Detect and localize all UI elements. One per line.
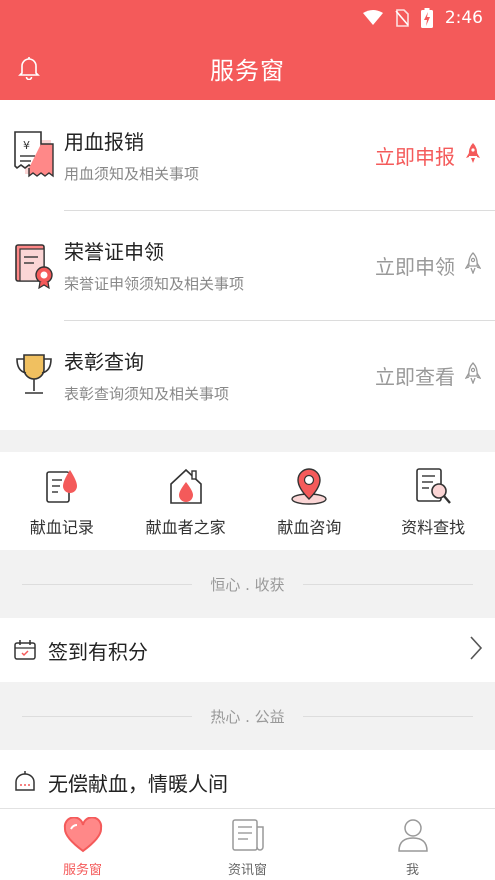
apply-certificate-button[interactable]: 立即申领 bbox=[375, 251, 495, 280]
section-label: 热心 . 公益 bbox=[210, 707, 285, 726]
service-title: 表彰查询 bbox=[64, 350, 144, 374]
apply-now-button[interactable]: 立即申报 bbox=[375, 141, 495, 170]
receipt-icon: ¥ bbox=[12, 129, 56, 181]
divider-line bbox=[302, 583, 473, 585]
divider-line bbox=[22, 583, 193, 585]
service-title: 荣誉证申领 bbox=[64, 240, 164, 264]
tab-news[interactable]: 资讯窗 bbox=[165, 809, 330, 880]
tab-me[interactable]: 我 bbox=[330, 809, 495, 880]
rocket-icon bbox=[465, 142, 481, 169]
rocket-icon bbox=[464, 251, 482, 279]
checkin-label: 签到有积分 bbox=[48, 639, 148, 664]
bell-icon[interactable] bbox=[18, 56, 40, 84]
quick-link-label: 献血记录 bbox=[29, 518, 94, 537]
service-list: ¥ 用血报销 用血须知及相关事项 立即申报 荣誉证申领 荣誉证申领须知及相关事项… bbox=[0, 100, 495, 430]
calendar-icon bbox=[12, 639, 38, 661]
trophy-icon bbox=[12, 349, 56, 401]
news-icon bbox=[230, 815, 266, 855]
service-desc: 用血须知及相关事项 bbox=[64, 165, 200, 183]
quick-link-label: 献血咨询 bbox=[277, 518, 342, 537]
status-time: 2:46 bbox=[444, 8, 483, 28]
service-desc: 荣誉证申领须知及相关事项 bbox=[64, 275, 245, 293]
service-action-label: 立即查看 bbox=[375, 364, 455, 389]
quick-link-consult[interactable]: 献血咨询 bbox=[248, 452, 372, 550]
tab-label: 服务窗 bbox=[62, 863, 102, 878]
service-desc: 表彰查询须知及相关事项 bbox=[64, 385, 230, 403]
svg-text:¥: ¥ bbox=[23, 139, 30, 152]
section-divider-2: 热心 . 公益 bbox=[0, 682, 495, 750]
section-divider-1: 恒心 . 收获 bbox=[0, 550, 495, 618]
status-bar: 2:46 bbox=[0, 0, 495, 36]
app-header: 服务窗 bbox=[0, 36, 495, 100]
wifi-icon bbox=[362, 10, 383, 26]
charity-label: 无偿献血，情暖人间 bbox=[48, 771, 228, 796]
view-now-button[interactable]: 立即查看 bbox=[375, 361, 495, 390]
blood-record-icon bbox=[44, 464, 80, 508]
charity-row[interactable]: 无偿献血，情暖人间 bbox=[0, 750, 495, 814]
heart-icon bbox=[62, 815, 104, 855]
certificate-icon bbox=[12, 239, 56, 291]
section-label: 恒心 . 收获 bbox=[210, 575, 285, 594]
service-title: 用血报销 bbox=[64, 130, 144, 154]
blood-home-icon bbox=[167, 464, 205, 508]
checkin-row[interactable]: 签到有积分 bbox=[0, 618, 495, 682]
divider-line bbox=[302, 715, 473, 717]
service-item-reimbursement[interactable]: ¥ 用血报销 用血须知及相关事项 立即申报 bbox=[0, 100, 495, 210]
quick-link-blood-home[interactable]: 献血者之家 bbox=[124, 452, 248, 550]
quick-link-label: 资料查找 bbox=[401, 518, 466, 537]
service-item-honor-certificate[interactable]: 荣誉证申领 荣誉证申领须知及相关事项 立即申领 bbox=[0, 210, 495, 320]
user-icon bbox=[396, 815, 430, 855]
page-title: 服务窗 bbox=[210, 56, 285, 85]
chevron-right-icon bbox=[469, 635, 483, 665]
quick-link-blood-record[interactable]: 献血记录 bbox=[0, 452, 124, 550]
service-action-label: 立即申报 bbox=[375, 144, 455, 169]
service-action-label: 立即申领 bbox=[375, 254, 455, 279]
location-pin-icon bbox=[289, 464, 329, 508]
chat-bubble-icon bbox=[12, 770, 38, 794]
tab-label: 资讯窗 bbox=[227, 863, 267, 878]
quick-links: 献血记录 献血者之家 献血咨询 资料查找 bbox=[0, 452, 495, 550]
quick-link-document-search[interactable]: 资料查找 bbox=[371, 452, 495, 550]
rocket-icon bbox=[464, 361, 482, 389]
no-sim-icon bbox=[395, 9, 409, 27]
quick-link-label: 献血者之家 bbox=[145, 518, 226, 537]
divider-line bbox=[22, 715, 193, 717]
document-search-icon bbox=[413, 464, 453, 508]
bottom-tab-bar: 服务窗 资讯窗 我 bbox=[0, 808, 495, 880]
service-item-commendation[interactable]: 表彰查询 表彰查询须知及相关事项 立即查看 bbox=[0, 320, 495, 430]
tab-service[interactable]: 服务窗 bbox=[0, 809, 165, 880]
battery-charging-icon bbox=[420, 8, 433, 28]
tab-label: 我 bbox=[405, 863, 419, 878]
